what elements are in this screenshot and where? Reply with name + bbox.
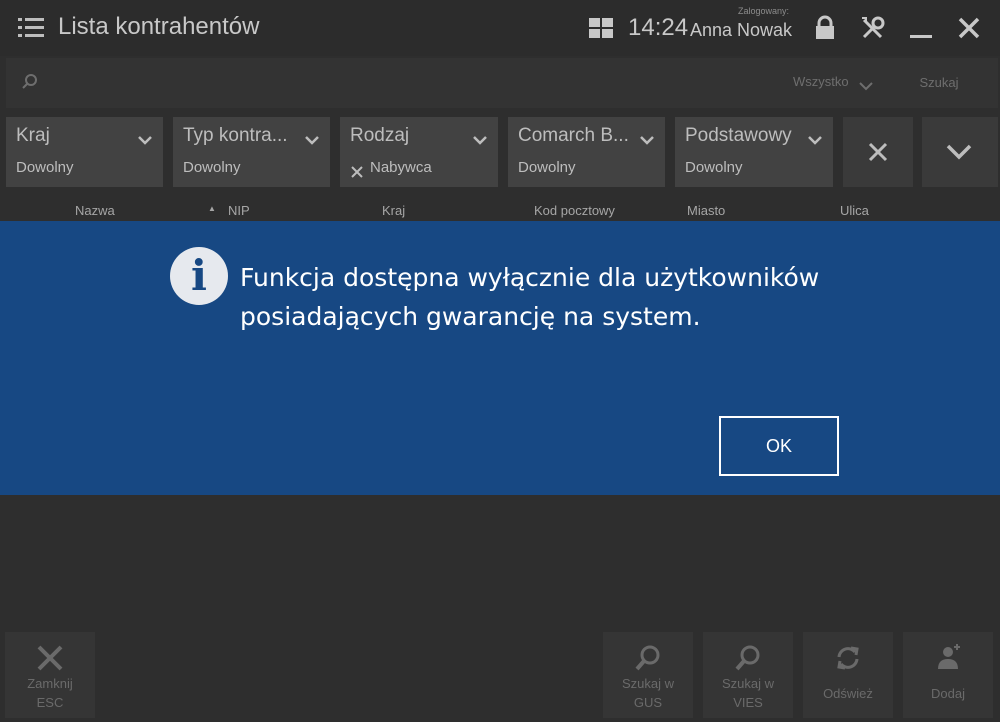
lock-icon[interactable] (811, 14, 839, 42)
tiles-icon[interactable] (589, 18, 613, 38)
refresh-button[interactable]: Odśwież (803, 632, 893, 718)
close-icon[interactable] (955, 14, 983, 42)
clear-filters-button[interactable] (843, 117, 913, 187)
search-bar: Wszystko Szukaj (6, 58, 998, 108)
user-name[interactable]: Anna Nowak (690, 20, 792, 41)
search-vies-button[interactable]: Szukaj w VIES (703, 632, 793, 718)
filter-label: Kraj (16, 125, 50, 146)
tools-icon[interactable] (859, 14, 887, 42)
column-header-street[interactable]: Ulica (840, 203, 869, 218)
close-icon (36, 644, 64, 676)
menu-icon[interactable] (18, 18, 44, 38)
filter-label: Comarch B... (518, 125, 629, 146)
chevron-down-icon (807, 131, 823, 150)
search-gus-button[interactable]: Szukaj w GUS (603, 632, 693, 718)
add-contractor-button[interactable]: Dodaj (903, 632, 993, 718)
search-button[interactable]: Szukaj (889, 66, 989, 100)
chevron-down-icon (472, 131, 488, 150)
minimize-icon[interactable] (907, 14, 935, 42)
filter-value: Dowolny (16, 159, 74, 176)
page-title: Lista kontrahentów (58, 13, 260, 40)
clock: 14:24 (628, 14, 689, 41)
column-header-nip[interactable]: NIP (228, 203, 250, 218)
chevron-down-icon[interactable] (859, 76, 873, 95)
chevron-down-icon (304, 131, 320, 150)
button-label: Szukaj w GUS (621, 676, 675, 710)
refresh-icon (834, 644, 862, 676)
search-scope-select[interactable]: Wszystko (793, 74, 849, 89)
filter-value: Nabywca (370, 159, 432, 176)
close-icon (868, 142, 888, 162)
chevron-down-icon (639, 131, 655, 150)
filter-label: Typ kontra... (183, 125, 288, 146)
column-header-postal-code[interactable]: Kod pocztowy (534, 203, 615, 218)
search-icon (734, 644, 762, 676)
filter-value: Dowolny (518, 159, 576, 176)
filter-country[interactable]: Kraj Dowolny (6, 117, 163, 187)
chevron-down-icon (946, 144, 972, 160)
dialog-message: Funkcja dostępna wyłącznie dla użytkowni… (240, 263, 820, 331)
chevron-down-icon (137, 131, 153, 150)
column-header-country[interactable]: Kraj (382, 203, 405, 218)
info-icon: i (170, 247, 228, 305)
logged-in-label: Zalogowany: (738, 6, 790, 16)
button-label: Szukaj w VIES (721, 676, 775, 710)
close-window-button[interactable]: Zamknij ESC (5, 632, 95, 718)
button-label: Zamknij ESC (27, 676, 73, 710)
remove-filter-icon[interactable] (351, 163, 363, 182)
filter-value: Dowolny (685, 159, 743, 176)
title-bar: Lista kontrahentów 14:24 Zalogowany: Ann… (0, 0, 1000, 56)
column-header-name[interactable]: Nazwa (75, 203, 115, 218)
search-input[interactable] (46, 70, 776, 96)
add-user-icon (934, 644, 962, 676)
button-label: Odśwież (823, 686, 873, 701)
search-icon (634, 644, 662, 676)
filter-kind[interactable]: Rodzaj Nabywca (340, 117, 498, 187)
filter-comarch[interactable]: Comarch B... Dowolny (508, 117, 665, 187)
filter-label: Podstawowy (685, 125, 792, 146)
filter-value: Dowolny (183, 159, 241, 176)
filter-contractor-type[interactable]: Typ kontra... Dowolny (173, 117, 330, 187)
expand-filters-button[interactable] (922, 117, 998, 187)
filter-primary[interactable]: Podstawowy Dowolny (675, 117, 833, 187)
ok-button[interactable]: OK (719, 416, 839, 476)
button-label: Dodaj (931, 686, 965, 701)
search-icon (22, 74, 38, 94)
column-header-city[interactable]: Miasto (687, 203, 725, 218)
sort-ascending-icon: ▲ (208, 204, 216, 213)
filter-label: Rodzaj (350, 125, 410, 146)
